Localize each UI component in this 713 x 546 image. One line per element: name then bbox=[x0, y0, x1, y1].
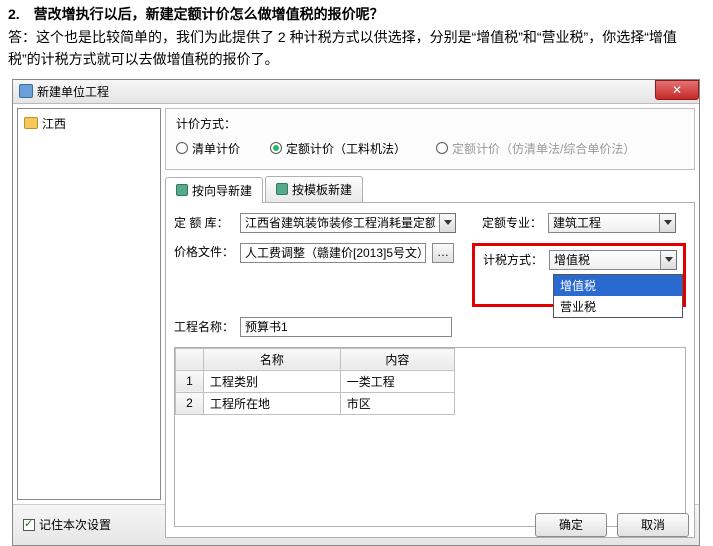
radio-icon bbox=[270, 142, 282, 154]
close-button[interactable]: ✕ bbox=[655, 80, 699, 100]
folder-icon bbox=[24, 117, 38, 129]
answer-text: 答：这个也是比较简单的，我们为此提供了 2 种计税方式以供选择，分别是“增值税”… bbox=[0, 26, 713, 79]
tree-item-root[interactable]: 江西 bbox=[22, 113, 156, 134]
main-pane: 计价方式： 清单计价 定额计价（工料机法） 定额计价（仿清单法/综合单价法） bbox=[165, 108, 695, 500]
cell-content[interactable]: 一类工程 bbox=[340, 370, 454, 392]
dropdown-arrow-icon[interactable] bbox=[660, 213, 676, 233]
lib-input[interactable] bbox=[240, 213, 440, 233]
new-project-dialog: 新建单位工程 ✕ 江西 计价方式： 清单计价 定额计价（工料机法） bbox=[12, 79, 700, 546]
spec-input[interactable] bbox=[548, 213, 660, 233]
col-content: 内容 bbox=[340, 348, 454, 370]
wizard-icon bbox=[176, 184, 188, 196]
pricing-mode-label: 计价方式： bbox=[176, 117, 236, 131]
dropdown-arrow-icon[interactable] bbox=[661, 250, 677, 270]
proj-label: 工程名称： bbox=[174, 318, 234, 335]
radio-label: 定额计价（工料机法） bbox=[286, 140, 406, 157]
dialog-title: 新建单位工程 bbox=[37, 83, 109, 100]
tax-select[interactable] bbox=[549, 250, 677, 270]
ok-button[interactable]: 确定 bbox=[535, 513, 607, 537]
summary-table: 名称 内容 1 工程类别 一类工程 2 工程所在地 市区 bbox=[175, 348, 455, 415]
tax-option-business[interactable]: 营业税 bbox=[554, 296, 682, 317]
lib-label: 定 额 库： bbox=[174, 214, 234, 231]
col-name: 名称 bbox=[204, 348, 341, 370]
remember-label: 记住本次设置 bbox=[39, 516, 111, 533]
tax-label: 计税方式： bbox=[483, 251, 543, 268]
tax-input[interactable] bbox=[549, 250, 661, 270]
tax-option-vat[interactable]: 增值税 bbox=[554, 275, 682, 296]
cell-content[interactable]: 市区 bbox=[340, 392, 454, 414]
proj-input[interactable] bbox=[240, 317, 452, 337]
radio-list-pricing[interactable]: 清单计价 bbox=[176, 140, 240, 157]
cell-name[interactable]: 工程所在地 bbox=[204, 392, 341, 414]
radio-label: 清单计价 bbox=[192, 140, 240, 157]
table-header-row: 名称 内容 bbox=[176, 348, 455, 370]
price-label: 价格文件： bbox=[174, 243, 234, 260]
question-heading: 2. 营改增执行以后，新建定额计价怎么做增值税的报价呢？ bbox=[0, 0, 713, 26]
titlebar[interactable]: 新建单位工程 ✕ bbox=[13, 80, 699, 104]
remember-checkbox[interactable] bbox=[23, 519, 35, 531]
tab-bar: 按向导新建 按模板新建 bbox=[165, 176, 695, 203]
browse-button[interactable]: … bbox=[432, 243, 454, 263]
tab-template[interactable]: 按模板新建 bbox=[265, 176, 363, 202]
radio-quota-alt-pricing: 定额计价（仿清单法/综合单价法） bbox=[436, 140, 635, 157]
summary-table-wrap: 名称 内容 1 工程类别 一类工程 2 工程所在地 市区 bbox=[174, 347, 686, 527]
radio-icon bbox=[436, 142, 448, 154]
spec-label: 定额专业： bbox=[482, 214, 542, 231]
price-input[interactable] bbox=[240, 243, 426, 263]
row-number: 2 bbox=[176, 392, 204, 414]
pricing-mode-group: 计价方式： 清单计价 定额计价（工料机法） 定额计价（仿清单法/综合单价法） bbox=[165, 108, 695, 170]
radio-label: 定额计价（仿清单法/综合单价法） bbox=[452, 140, 635, 157]
tab-wizard[interactable]: 按向导新建 bbox=[165, 177, 263, 203]
table-row[interactable]: 2 工程所在地 市区 bbox=[176, 392, 455, 414]
radio-icon bbox=[176, 142, 188, 154]
radio-quota-pricing[interactable]: 定额计价（工料机法） bbox=[270, 140, 406, 157]
form-area: 定 额 库： 定额专业： 价格文件： … bbox=[165, 203, 695, 538]
spec-select[interactable] bbox=[548, 213, 676, 233]
app-icon bbox=[19, 84, 33, 98]
lib-select[interactable] bbox=[240, 213, 456, 233]
tax-dropdown-list[interactable]: 增值税 营业税 bbox=[553, 274, 683, 318]
tree-item-label: 江西 bbox=[42, 115, 66, 132]
row-number: 1 bbox=[176, 370, 204, 392]
cancel-button[interactable]: 取消 bbox=[617, 513, 689, 537]
tax-highlight: 计税方式： 增值税 营业税 bbox=[472, 243, 686, 307]
cell-name[interactable]: 工程类别 bbox=[204, 370, 341, 392]
corner-cell bbox=[176, 348, 204, 370]
dropdown-arrow-icon[interactable] bbox=[440, 213, 456, 233]
table-row[interactable]: 1 工程类别 一类工程 bbox=[176, 370, 455, 392]
tree-pane[interactable]: 江西 bbox=[17, 108, 161, 500]
tab-label: 按模板新建 bbox=[292, 181, 352, 198]
tab-label: 按向导新建 bbox=[192, 182, 252, 199]
template-icon bbox=[276, 183, 288, 195]
